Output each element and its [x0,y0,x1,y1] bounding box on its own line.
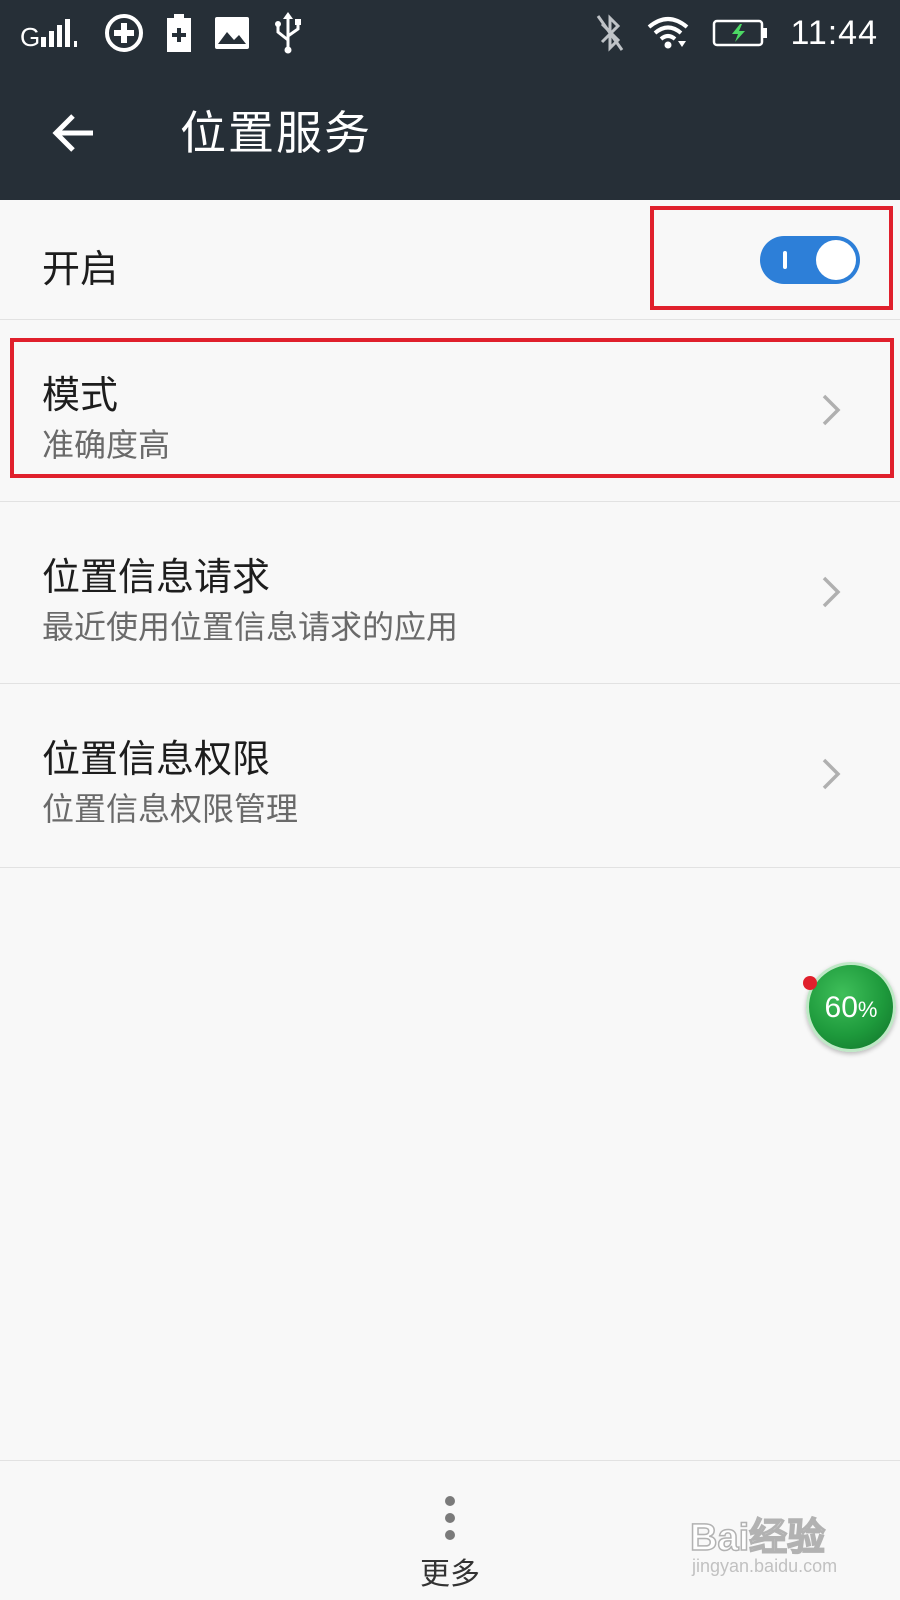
baidu-jingyan-watermark: Bai经验 jingyan.baidu.com [689,1500,890,1590]
signal-icon: G [20,19,77,50]
more-label: 更多 [420,1557,480,1592]
wifi-icon [648,17,689,49]
svg-text:G: G [20,22,40,50]
location-permissions-subtitle: 位置信息权限管理 [42,790,299,828]
data-saver-icon [105,14,143,52]
list-item-location-requests[interactable]: 位置信息请求 最近使用位置信息请求的应用 [0,502,900,684]
page-title: 位置服务 [180,106,372,160]
chevron-right-icon [822,576,841,608]
memory-usage-unit: % [857,997,878,1022]
location-requests-subtitle: 最近使用位置信息请求的应用 [42,608,459,646]
location-switch-label: 开启 [42,247,119,291]
watermark-url: jingyan.baidu.com [692,1556,838,1576]
bluetooth-icon [597,14,624,52]
toggle-highlight-box [650,206,893,310]
status-icons-right: 11:44 [596,10,878,56]
status-icons-left: G [20,10,304,56]
location-permissions-title: 位置信息权限 [42,737,271,781]
watermark-logo: Bai经验 [689,1516,826,1560]
more-button[interactable]: 更多 [400,1481,500,1592]
memory-usage: 60% [809,991,893,1025]
battery-charging-icon [713,19,768,47]
mode-highlight-box [10,338,894,478]
chevron-right-icon [822,758,841,790]
app-bar: 位置服务 [0,66,900,200]
memory-usage-value: 60 [824,991,858,1024]
notification-dot [803,976,817,990]
back-button[interactable] [38,98,108,168]
list-item-location-permissions[interactable]: 位置信息权限 位置信息权限管理 [0,684,900,868]
more-vertical-icon [445,1496,455,1540]
usb-icon [275,12,301,54]
back-arrow-icon [52,114,93,152]
image-icon [215,17,249,49]
battery-plus-icon [167,14,191,52]
status-bar: G 11:44 [0,0,900,66]
status-time: 11:44 [790,13,878,52]
memory-float-widget[interactable]: 60% [806,962,896,1052]
location-requests-title: 位置信息请求 [42,555,271,599]
